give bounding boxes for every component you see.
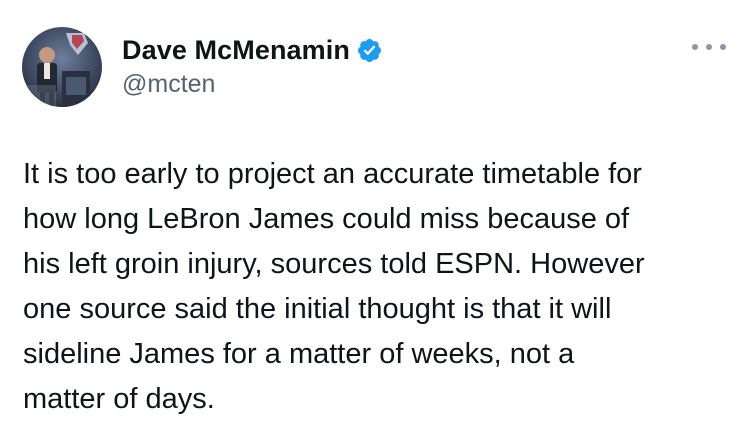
author-name-row: Dave McMenamin (122, 33, 383, 67)
tweet-text-line: his left groin injury, sources told ESPN… (23, 248, 645, 280)
author-handle[interactable]: @mcten (122, 70, 215, 99)
more-dot (706, 44, 712, 50)
avatar-photo-icon (22, 27, 102, 107)
more-options-icon[interactable] (692, 36, 726, 58)
tweet-text-line: It is too early to project an accurate t… (23, 158, 642, 190)
more-dot (692, 44, 698, 50)
tweet-text-line: sideline James for a matter of weeks, no… (23, 338, 575, 370)
author-avatar[interactable] (22, 27, 102, 107)
more-dot (720, 44, 726, 50)
tweet-text-line: matter of days. (23, 383, 215, 415)
verified-badge-icon (356, 37, 383, 64)
tweet-card: Dave McMenamin @mcten It is too early to… (0, 0, 750, 445)
tweet-text: It is too early to project an accurate t… (23, 152, 735, 422)
author-display-name[interactable]: Dave McMenamin (122, 35, 350, 66)
tweet-text-line: how long LeBron James could miss because… (23, 203, 630, 235)
tweet-text-line: one source said the initial thought is t… (23, 293, 612, 325)
